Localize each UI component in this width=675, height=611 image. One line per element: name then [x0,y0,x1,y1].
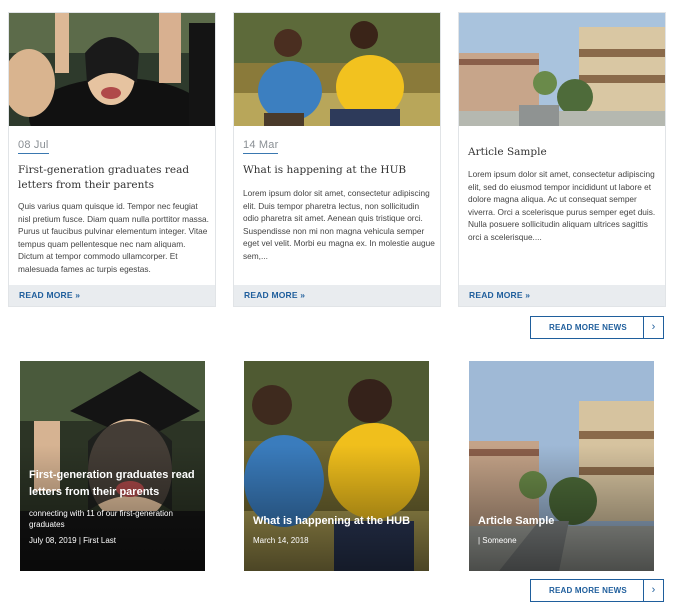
card-excerpt: Lorem ipsum dolor sit amet, consectetur … [243,188,435,261]
tile-title[interactable]: First-generation graduates read letters … [29,467,199,501]
tile-meta: July 08, 2019 | First Last [29,536,117,545]
card-image-campus[interactable] [459,13,665,126]
card-title[interactable]: First-generation graduates read letters … [18,163,210,193]
news-card[interactable]: 08 Jul First-generation graduates read l… [8,12,216,307]
tile-title[interactable]: What is happening at the HUB [253,513,423,530]
read-more-news-button[interactable]: READ MORE NEWS › [530,316,664,339]
read-more-label: READ MORE » [19,290,81,300]
read-more-link[interactable]: READ MORE » [9,285,215,306]
read-more-news-button[interactable]: READ MORE NEWS › [530,579,664,602]
card-image-hub[interactable] [234,13,440,126]
news-card[interactable]: 14 Mar What is happening at the HUB Lore… [233,12,441,307]
card-title[interactable]: What is happening at the HUB [243,163,435,178]
chevron-right-icon: › [643,580,663,601]
card-date: 14 Mar [243,139,279,154]
card-image-graduates[interactable] [9,13,215,126]
tile-meta: | Someone [478,536,517,545]
feature-tile[interactable]: What is happening at the HUB March 14, 2… [244,361,429,571]
card-title[interactable]: Article Sample [468,145,660,160]
read-more-link[interactable]: READ MORE » [234,285,440,306]
tile-subtitle: connecting with 11 of our first-generati… [29,509,173,529]
read-more-label: READ MORE » [469,290,531,300]
card-date: 08 Jul [18,139,49,154]
tile-meta: March 14, 2018 [253,536,309,545]
read-more-news-label: READ MORE NEWS [549,586,627,595]
news-card[interactable]: Article Sample Lorem ipsum dolor sit ame… [458,12,666,307]
tile-title[interactable]: Article Sample [478,513,648,530]
read-more-link[interactable]: READ MORE » [459,285,665,306]
chevron-right-icon: › [643,317,663,338]
read-more-label: READ MORE » [244,290,306,300]
feature-tile[interactable]: Article Sample | Someone [469,361,654,571]
card-excerpt: Quis varius quam quisque id. Tempor nec … [18,201,209,274]
card-excerpt: Lorem ipsum dolor sit amet, consectetur … [468,169,656,242]
read-more-news-label: READ MORE NEWS [549,323,627,332]
feature-tile[interactable]: First-generation graduates read letters … [20,361,205,571]
